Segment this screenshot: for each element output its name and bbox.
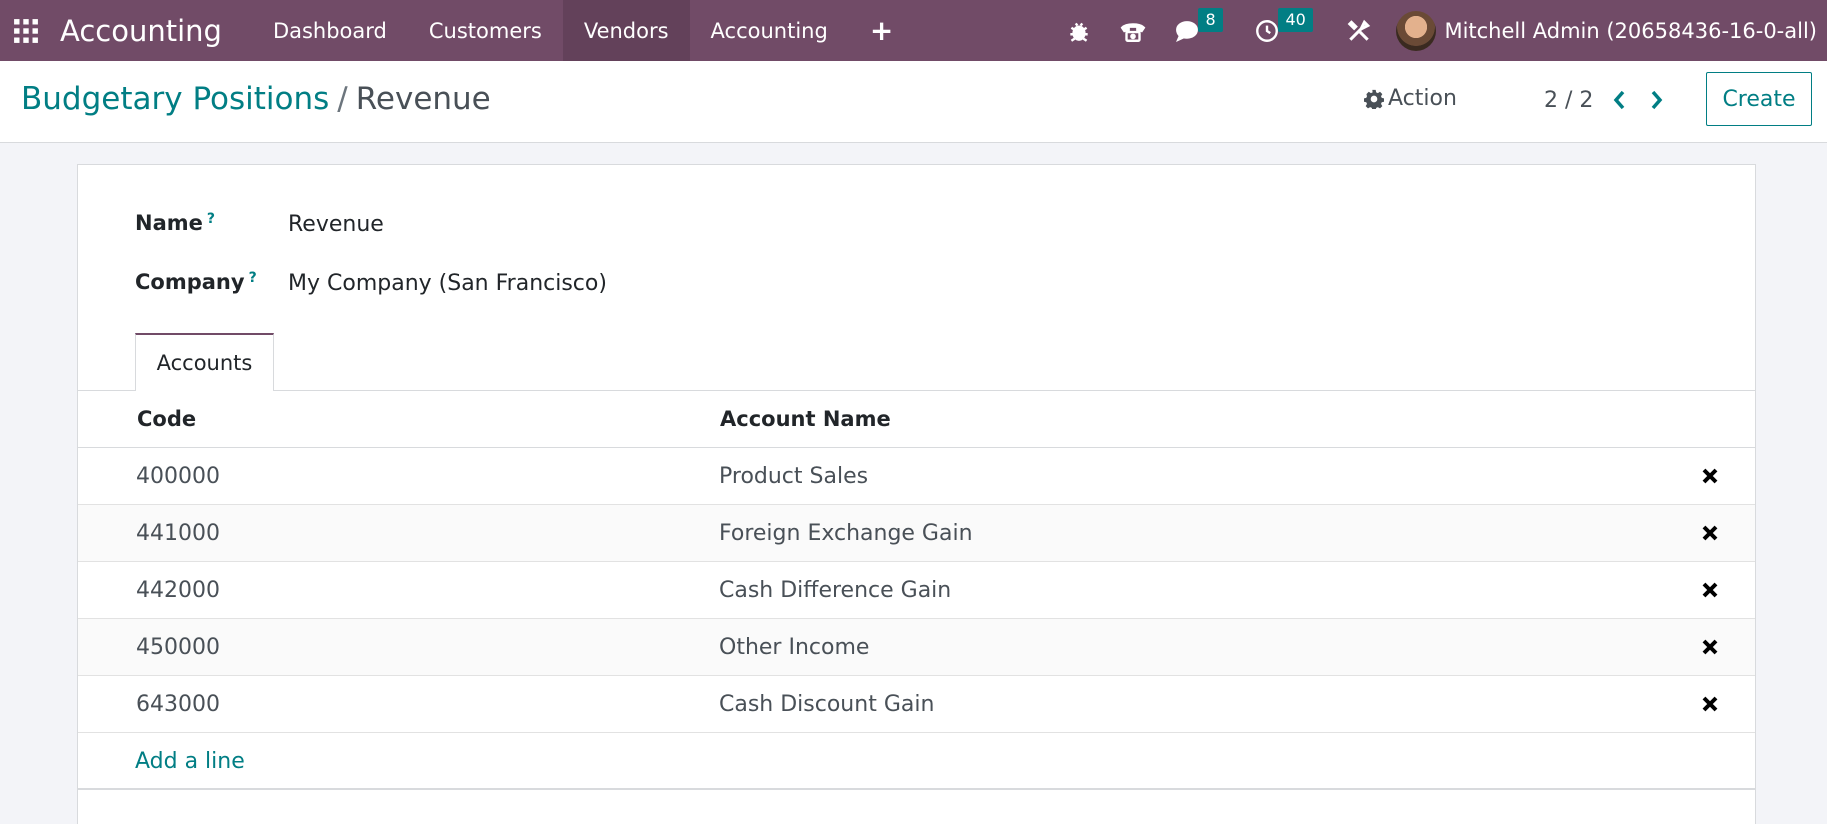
- add-line-link[interactable]: Add a line: [135, 749, 245, 774]
- row-code: 643000: [136, 692, 220, 717]
- create-button[interactable]: Create: [1706, 72, 1812, 126]
- table-body: 400000 Product Sales 441000 Foreign Exch…: [78, 448, 1755, 733]
- accounts-table: Code Account Name 400000 Product Sales 4…: [78, 391, 1755, 790]
- pager-next-button[interactable]: [1643, 83, 1671, 117]
- row-account-name: Foreign Exchange Gain: [719, 521, 973, 546]
- menu-customers[interactable]: Customers: [408, 0, 563, 61]
- breadcrumb: Budgetary Positions / Revenue: [21, 81, 491, 117]
- name-label-text: Name: [135, 211, 203, 235]
- tab-accounts[interactable]: Accounts: [135, 333, 274, 391]
- action-label: Action: [1388, 86, 1457, 111]
- control-panel: Budgetary Positions / Revenue Action 2 / 2…: [0, 61, 1827, 143]
- breadcrumb-current: Revenue: [355, 81, 491, 117]
- chevron-right-icon: [1651, 90, 1663, 110]
- delete-row-icon[interactable]: [1698, 692, 1722, 716]
- table-row[interactable]: 441000 Foreign Exchange Gain: [78, 505, 1755, 562]
- row-code: 442000: [136, 578, 220, 603]
- row-code: 400000: [136, 464, 220, 489]
- messages-icon[interactable]: 8: [1160, 0, 1240, 61]
- row-account-name: Product Sales: [719, 464, 869, 489]
- company-label-text: Company: [135, 270, 245, 294]
- row-code: 450000: [136, 635, 220, 660]
- table-row[interactable]: 442000 Cash Difference Gain: [78, 562, 1755, 619]
- form-sheet: Name? Revenue Company? My Company (San F…: [77, 164, 1756, 824]
- breadcrumb-parent[interactable]: Budgetary Positions: [21, 81, 329, 117]
- menu-vendors[interactable]: Vendors: [562, 0, 690, 61]
- activity-clock-icon[interactable]: 40: [1240, 0, 1332, 61]
- name-label: Name?: [135, 211, 215, 235]
- delete-row-icon[interactable]: [1698, 578, 1722, 602]
- apps-grid-icon[interactable]: [0, 0, 52, 61]
- company-field[interactable]: My Company (San Francisco): [288, 271, 607, 296]
- table-row[interactable]: 643000 Cash Discount Gain: [78, 676, 1755, 733]
- breadcrumb-separator: /: [337, 81, 348, 117]
- row-account-name: Cash Discount Gain: [719, 692, 935, 717]
- row-code: 441000: [136, 521, 220, 546]
- phone-icon[interactable]: [1106, 0, 1160, 61]
- company-help-icon[interactable]: ?: [249, 270, 257, 286]
- user-menu[interactable]: Mitchell Admin (20658436-16-0-all): [1386, 10, 1827, 51]
- menu-accounting[interactable]: Accounting: [690, 0, 849, 61]
- table-row[interactable]: 400000 Product Sales: [78, 448, 1755, 505]
- delete-row-icon[interactable]: [1698, 521, 1722, 545]
- menu-dashboard[interactable]: Dashboard: [252, 0, 408, 61]
- delete-row-icon[interactable]: [1698, 464, 1722, 488]
- chevron-left-icon: [1613, 90, 1625, 110]
- header-account-name[interactable]: Account Name: [720, 407, 891, 431]
- app-title[interactable]: Accounting: [52, 14, 252, 48]
- user-name: Mitchell Admin (20658436-16-0-all): [1444, 18, 1817, 43]
- table-header: Code Account Name: [78, 391, 1755, 448]
- name-help-icon[interactable]: ?: [207, 211, 215, 227]
- company-label: Company?: [135, 270, 257, 294]
- pager-value[interactable]: 2 / 2: [1544, 88, 1593, 113]
- delete-row-icon[interactable]: [1698, 635, 1722, 659]
- row-account-name: Cash Difference Gain: [719, 578, 952, 603]
- row-account-name: Other Income: [719, 635, 870, 660]
- systray: 8 40 Mitchell Admin (20658436-16-0-all): [1052, 0, 1827, 61]
- main-menu: Dashboard Customers Vendors Accounting +: [252, 0, 914, 61]
- top-navbar: Accounting Dashboard Customers Vendors A…: [0, 0, 1827, 61]
- add-line-row: Add a line: [78, 733, 1755, 790]
- tools-icon[interactable]: [1332, 0, 1386, 61]
- activities-badge: 40: [1278, 8, 1313, 32]
- plus-icon[interactable]: +: [849, 0, 914, 61]
- pager-previous-button[interactable]: [1605, 83, 1633, 117]
- table-row[interactable]: 450000 Other Income: [78, 619, 1755, 676]
- header-code[interactable]: Code: [137, 407, 196, 431]
- avatar: [1396, 10, 1437, 51]
- messages-badge: 8: [1198, 8, 1223, 32]
- action-button[interactable]: Action: [1364, 86, 1457, 111]
- bug-icon[interactable]: [1052, 0, 1106, 61]
- name-field[interactable]: Revenue: [288, 212, 384, 237]
- gear-icon: [1364, 89, 1384, 109]
